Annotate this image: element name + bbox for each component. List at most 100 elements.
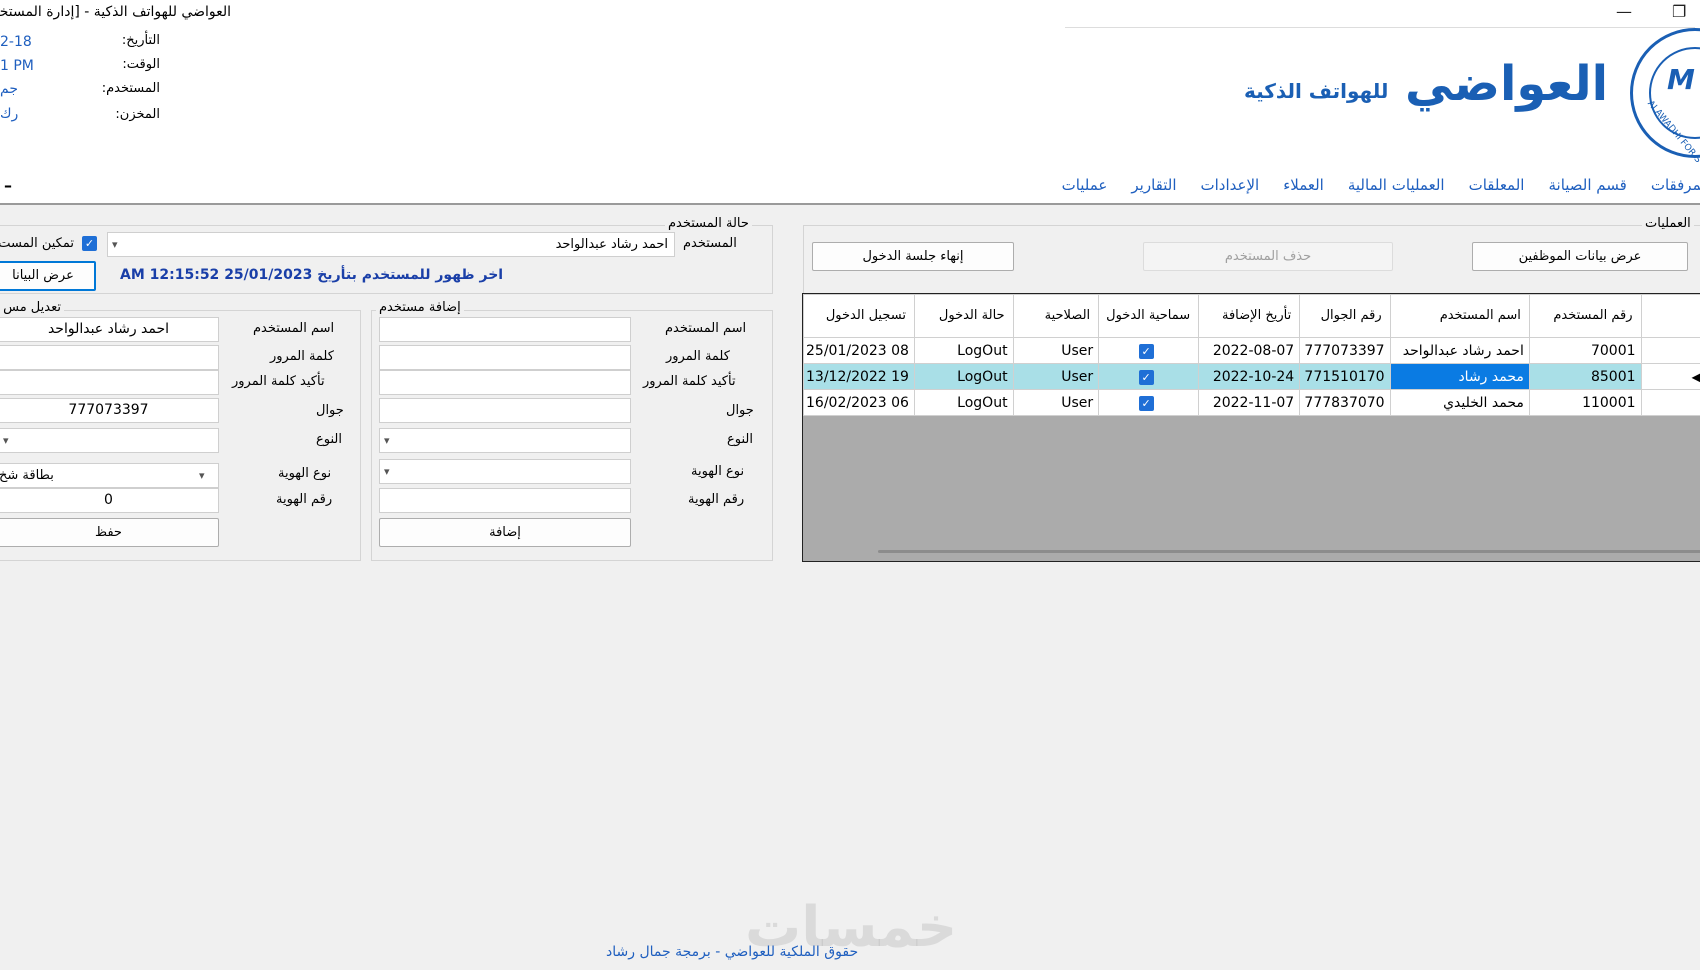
checkbox-checked-icon[interactable]: ✓ [1138, 343, 1154, 359]
edit-type-select[interactable]: ▾ [0, 428, 219, 453]
cell-login-status[interactable]: LogOut [913, 337, 1014, 364]
menu-item-financial[interactable]: العمليات المالية [1348, 176, 1445, 194]
menu-item-settings[interactable]: الإعدادات [1201, 176, 1260, 194]
add-type-label: النوع [727, 432, 753, 447]
cell-add-date[interactable]: 2022-11-07 [1198, 389, 1301, 416]
cell-user-name[interactable]: محمد الخليدي [1389, 389, 1530, 416]
cell-permission[interactable]: User [1012, 363, 1100, 390]
cell-login-allowed[interactable]: ✓ [1098, 337, 1200, 364]
table-row-selected[interactable]: 13/12/2022 19 LogOut User ✓ 2022-10-24 7… [803, 363, 1700, 390]
menu-item-reports[interactable]: التقارير [1131, 176, 1176, 194]
col-header-login-allowed[interactable]: سماحية الدخول [1098, 294, 1200, 338]
save-button[interactable]: حفظ [0, 518, 219, 547]
cell-add-date[interactable]: 2022-08-07 [1198, 337, 1301, 364]
row-header[interactable] [1640, 337, 1700, 364]
enable-user-checkbox[interactable]: ✓ [82, 236, 97, 251]
cell-user-no[interactable]: 110001 [1528, 389, 1642, 416]
cell-login-status[interactable]: LogOut [913, 363, 1014, 390]
col-header-user-name[interactable]: اسم المستخدم [1389, 294, 1530, 338]
window-title: العواضي للهواتف الذكية - [إدارة المستخدم… [0, 4, 231, 20]
end-session-button[interactable]: إنهاء جلسة الدخول [812, 242, 1014, 271]
add-mobile-field[interactable] [380, 399, 630, 422]
cell-user-name-current[interactable]: محمد رشاد [1389, 363, 1530, 390]
user-value: جم [0, 81, 18, 97]
col-header-mobile[interactable]: رقم الجوال [1299, 294, 1391, 338]
chevron-down-icon: ▾ [384, 465, 390, 478]
time-value: 1 PM [0, 58, 34, 74]
main-menu: عمليات التقارير الإعدادات العملاء العملي… [1062, 176, 1700, 194]
add-password-field[interactable] [380, 346, 630, 369]
add-confirm-input[interactable] [379, 370, 631, 395]
users-grid[interactable]: تسجيل الدخول حالة الدخول الصلاحية سماحية… [802, 293, 1700, 562]
checkbox-checked-icon[interactable]: ✓ [1138, 395, 1154, 411]
col-header-user-no[interactable]: رقم المستخدم [1528, 294, 1642, 338]
add-username-input[interactable] [379, 317, 631, 342]
table-row[interactable]: 16/02/2023 06 LogOut User ✓ 2022-11-07 7… [803, 389, 1700, 416]
col-header-login-status[interactable]: حالة الدخول [913, 294, 1014, 338]
cell-user-no[interactable]: 85001 [1528, 363, 1642, 390]
menu-item-pending[interactable]: المعلقات [1469, 176, 1525, 194]
chevron-down-icon: ▾ [384, 434, 390, 447]
status-user-select[interactable]: احمد رشاد عبدالواحد ▾ [107, 232, 675, 257]
menu-collapse-icon[interactable]: – [4, 176, 12, 195]
add-id-no-field[interactable] [380, 489, 630, 512]
chevron-down-icon: ▾ [3, 434, 9, 447]
cell-permission[interactable]: User [1012, 389, 1100, 416]
delete-user-button[interactable]: حذف المستخدم [1143, 242, 1393, 271]
show-employees-button[interactable]: عرض بيانات الموظفين [1472, 242, 1688, 271]
add-username-field[interactable] [380, 318, 630, 341]
cell-mobile[interactable]: 777073397 [1299, 337, 1391, 364]
checkbox-checked-icon[interactable]: ✓ [1138, 369, 1154, 385]
row-header-corner [1640, 294, 1700, 338]
add-user-button[interactable]: إضافة [379, 518, 631, 547]
restore-icon[interactable]: ❐ [1672, 2, 1686, 21]
edit-id-no-field[interactable]: 0 [0, 488, 219, 513]
cell-login-status[interactable]: LogOut [913, 389, 1014, 416]
edit-id-type-label: نوع الهوية [278, 466, 332, 481]
user-status-title: حالة المستخدم [665, 216, 752, 231]
cell-mobile[interactable]: 771510170 [1299, 363, 1391, 390]
add-mobile-input[interactable] [379, 398, 631, 423]
add-type-select[interactable]: ▾ [379, 428, 631, 453]
horizontal-scrollbar[interactable] [878, 550, 1700, 553]
cell-login-allowed[interactable]: ✓ [1098, 389, 1200, 416]
edit-id-type-select[interactable]: بطاقة شخ ▾ [0, 463, 219, 488]
edit-confirm-field[interactable] [0, 371, 218, 394]
edit-username-label: اسم المستخدم [253, 321, 335, 336]
add-confirm-field[interactable] [380, 371, 630, 394]
cell-user-name[interactable]: احمد رشاد عبدالواحد [1389, 337, 1530, 364]
minimize-icon[interactable]: — [1616, 2, 1632, 21]
cell-add-date[interactable]: 2022-10-24 [1198, 363, 1301, 390]
menu-item-operations[interactable]: عمليات [1062, 176, 1108, 194]
edit-password-input[interactable] [0, 345, 219, 370]
col-header-login-record[interactable]: تسجيل الدخول [803, 294, 915, 338]
row-header[interactable] [1640, 389, 1700, 416]
edit-confirm-input[interactable] [0, 370, 219, 395]
cell-login-record[interactable]: 13/12/2022 19 [803, 363, 915, 390]
add-id-type-select[interactable]: ▾ [379, 459, 631, 484]
cell-login-record[interactable]: 16/02/2023 06 [803, 389, 915, 416]
menu-item-maintenance[interactable]: قسم الصيانة [1548, 176, 1626, 194]
show-data-button[interactable]: عرض البيانا [0, 261, 96, 291]
cell-login-record[interactable]: 25/01/2023 08 [803, 337, 915, 364]
edit-username-field[interactable]: احمد رشاد عبدالواحد [0, 317, 219, 342]
chevron-down-icon: ▾ [112, 238, 118, 251]
col-header-permission[interactable]: الصلاحية [1012, 294, 1100, 338]
add-id-no-label: رقم الهوية [688, 492, 745, 507]
header-divider [1065, 27, 1695, 28]
add-password-input[interactable] [379, 345, 631, 370]
menu-item-customers[interactable]: العملاء [1283, 176, 1324, 194]
col-header-add-date[interactable]: تأريخ الإضافة [1198, 294, 1301, 338]
edit-mobile-field[interactable]: 777073397 [0, 398, 219, 423]
add-id-no-input[interactable] [379, 488, 631, 513]
current-row-indicator-icon[interactable]: ◀ [1640, 363, 1700, 390]
chevron-down-icon: ▾ [199, 469, 205, 482]
cell-user-no[interactable]: 70001 [1528, 337, 1642, 364]
menu-item-attachments[interactable]: المرفقات [1651, 176, 1700, 194]
cell-permission[interactable]: User [1012, 337, 1100, 364]
edit-password-field[interactable] [0, 346, 218, 369]
cell-login-allowed[interactable]: ✓ [1098, 363, 1200, 390]
cell-mobile[interactable]: 777837070 [1299, 389, 1391, 416]
store-value: رك [0, 106, 19, 122]
table-row[interactable]: 25/01/2023 08 LogOut User ✓ 2022-08-07 7… [803, 337, 1700, 364]
